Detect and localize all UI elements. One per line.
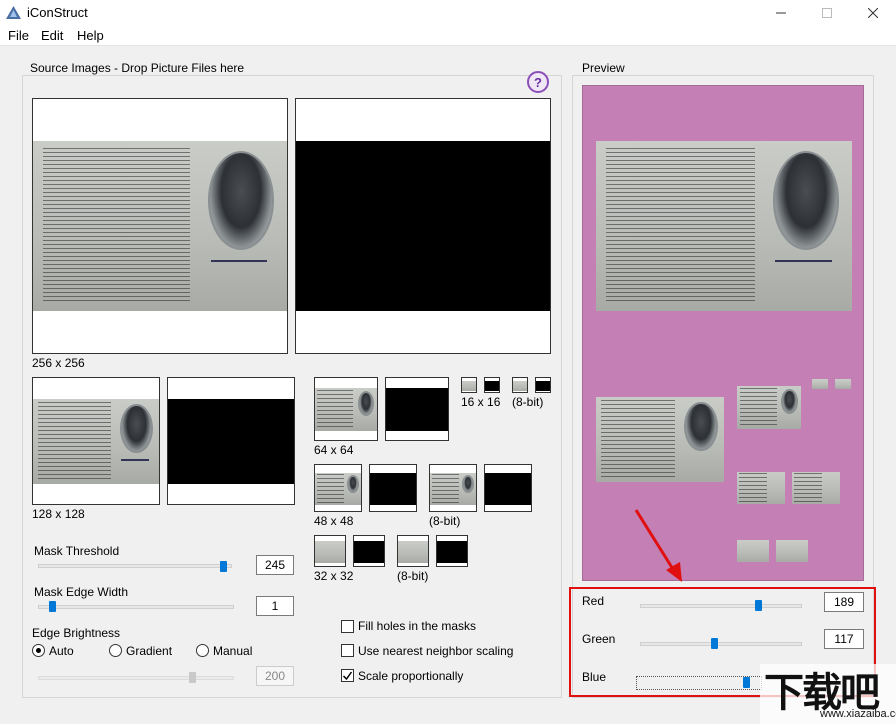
edge-brightness-input: 200 — [256, 666, 294, 686]
preview-image-16 — [812, 379, 828, 389]
mask-16-8bit[interactable] — [535, 377, 551, 393]
close-icon — [868, 8, 878, 18]
mask-32[interactable] — [353, 535, 385, 567]
size-label-32: 32 x 32 — [314, 569, 354, 583]
image-256[interactable] — [32, 98, 288, 354]
preview-title: Preview — [579, 61, 628, 75]
maximize-button[interactable] — [804, 0, 850, 26]
radio-gradient-label: Gradient — [126, 644, 173, 658]
preview-image-32-8bit — [776, 540, 808, 562]
radio-manual-label: Manual — [213, 644, 253, 658]
mask-threshold-input[interactable]: 245 — [256, 555, 294, 575]
menu-edit[interactable]: Edit — [41, 28, 63, 43]
radio-gradient[interactable] — [109, 644, 122, 657]
preview-image-16-8bit — [835, 379, 851, 389]
mask-32-8bit[interactable] — [436, 535, 468, 567]
edge-brightness-track — [38, 676, 234, 680]
menu-file[interactable]: File — [8, 28, 29, 43]
fill-holes-checkbox[interactable] — [341, 620, 354, 633]
mask-256[interactable] — [295, 98, 551, 354]
source-images-title: Source Images - Drop Picture Files here — [27, 61, 248, 75]
menu-bar: File Edit Help — [0, 26, 896, 46]
preview-image-48 — [737, 472, 785, 504]
edge-brightness-slider — [189, 672, 196, 683]
help-icon: ? — [534, 74, 542, 90]
image-16-8bit[interactable] — [512, 377, 528, 393]
size-label-16-8bit: (8-bit) — [512, 395, 544, 409]
image-128[interactable] — [32, 377, 160, 505]
image-64[interactable] — [314, 377, 378, 441]
mask-64[interactable] — [385, 377, 449, 441]
mask-edge-width-label: Mask Edge Width — [34, 585, 129, 599]
image-16[interactable] — [461, 377, 477, 393]
mask-threshold-slider[interactable] — [220, 561, 227, 572]
edge-brightness-label: Edge Brightness — [32, 626, 121, 640]
preview-canvas — [582, 85, 864, 581]
app-icon — [6, 6, 21, 19]
nearest-neighbor-checkbox[interactable] — [341, 644, 354, 657]
radio-manual[interactable] — [196, 644, 209, 657]
preview-image-64 — [737, 386, 801, 429]
mask-48[interactable] — [369, 464, 417, 512]
mask-16[interactable] — [484, 377, 500, 393]
title-bar: iConStruct — [0, 0, 896, 26]
image-48-8bit[interactable] — [429, 464, 477, 512]
preview-image-128 — [596, 397, 724, 482]
preview-image-48-8bit — [792, 472, 840, 504]
mask-edge-width-track[interactable] — [38, 605, 234, 609]
mask-threshold-track[interactable] — [38, 564, 232, 568]
size-label-64: 64 x 64 — [314, 443, 354, 457]
fill-holes-label: Fill holes in the masks — [358, 619, 477, 633]
size-label-128: 128 x 128 — [32, 507, 85, 521]
watermark-url: www.xiazaiba.com — [820, 708, 896, 720]
close-button[interactable] — [850, 0, 896, 26]
image-32-8bit[interactable] — [397, 535, 429, 567]
mask-edge-width-slider[interactable] — [49, 601, 56, 612]
radio-auto[interactable] — [32, 644, 45, 657]
size-label-32-8bit: (8-bit) — [397, 569, 429, 583]
checkmark-icon — [342, 671, 353, 681]
size-label-16: 16 x 16 — [461, 395, 501, 409]
watermark: 下载吧 www.xiazaiba.com — [760, 660, 896, 724]
minimize-button[interactable] — [758, 0, 804, 26]
radio-auto-label: Auto — [49, 644, 74, 658]
image-32[interactable] — [314, 535, 346, 567]
image-48[interactable] — [314, 464, 362, 512]
help-button[interactable]: ? — [527, 71, 549, 93]
nearest-neighbor-label: Use nearest neighbor scaling — [358, 644, 514, 658]
preview-image-256 — [596, 141, 852, 311]
mask-threshold-label: Mask Threshold — [34, 544, 120, 558]
mask-48-8bit[interactable] — [484, 464, 532, 512]
scale-proportionally-label: Scale proportionally — [358, 669, 464, 683]
mask-128[interactable] — [167, 377, 295, 505]
size-label-48-8bit: (8-bit) — [429, 514, 461, 528]
window-title: iConStruct — [27, 5, 88, 20]
mask-edge-width-input[interactable]: 1 — [256, 596, 294, 616]
menu-help[interactable]: Help — [77, 28, 104, 43]
size-label-256: 256 x 256 — [32, 356, 85, 370]
preview-image-32 — [737, 540, 769, 562]
scale-proportionally-checkbox[interactable] — [341, 669, 354, 682]
size-label-48: 48 x 48 — [314, 514, 354, 528]
